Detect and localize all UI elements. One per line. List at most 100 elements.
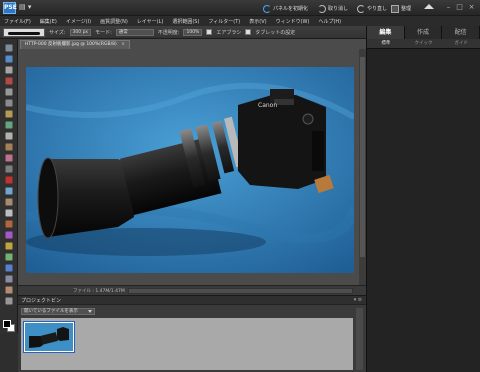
- thumbnail-image: [25, 323, 73, 351]
- organizer-button[interactable]: 整理: [391, 4, 411, 13]
- reset-panels-label: パネルを初期化: [273, 6, 309, 12]
- bin-filter-select[interactable]: 開いているファイルを表示: [21, 308, 95, 315]
- menu-window[interactable]: ウィンドウ(W): [276, 18, 310, 25]
- refresh-icon: [263, 4, 271, 13]
- redo-icon: [357, 4, 365, 13]
- clone-stamp-tool-icon[interactable]: [5, 198, 13, 206]
- panel-body: [367, 49, 480, 372]
- blur-tool-icon[interactable]: [5, 275, 13, 283]
- file-size-status: ファイル : 1.47M/1.47M: [73, 289, 125, 294]
- bin-scrollbar[interactable]: [356, 308, 363, 370]
- tool-options-bar: サイズ: 300 px モード: 通常 不透明度: 100% エアブラシ タブレ…: [0, 26, 366, 39]
- subtab-guided[interactable]: ガイド: [442, 39, 480, 48]
- document-window: HTTP-000 反射板撮影.jpg @ 100%(RGB/8) × Canon…: [18, 39, 366, 295]
- menu-help[interactable]: ヘルプ(H): [318, 18, 341, 25]
- home-button[interactable]: [424, 4, 434, 13]
- project-bin-controls[interactable]: ▾ ≡: [354, 297, 362, 303]
- gradient-tool-icon[interactable]: [5, 253, 13, 261]
- brush-preset-picker[interactable]: [3, 27, 45, 37]
- tab-create[interactable]: 作成: [404, 26, 443, 39]
- app-menu-button[interactable]: ▤ ▾: [19, 3, 31, 11]
- undo-button[interactable]: 取り消し: [318, 4, 348, 13]
- smart-brush-tool-icon[interactable]: [5, 231, 13, 239]
- tablet-settings-checkbox[interactable]: [245, 29, 252, 35]
- menu-filter[interactable]: フィルター(T): [208, 18, 240, 25]
- menu-bar: ファイル(F) 編集(E) イメージ(I) 画質調整(N) レイヤー(L) 選択…: [0, 16, 480, 26]
- tab-edit[interactable]: 編集: [367, 26, 405, 39]
- move-tool-icon[interactable]: [5, 44, 13, 52]
- red-eye-tool-icon[interactable]: [5, 176, 13, 184]
- opacity-label: 不透明度:: [157, 29, 180, 36]
- mode-label: モード:: [95, 29, 112, 36]
- paint-bucket-tool-icon[interactable]: [5, 242, 13, 250]
- straighten-tool-icon[interactable]: [5, 165, 13, 173]
- eraser-tool-icon[interactable]: [5, 209, 13, 217]
- size-label: サイズ:: [49, 29, 66, 36]
- lasso-tool-icon[interactable]: [5, 99, 13, 107]
- subtab-full[interactable]: 標準: [367, 39, 405, 48]
- status-bar: ファイル : 1.47M/1.47M: [18, 285, 366, 295]
- title-bar: PSE ▤ ▾ パネルを初期化 取り消し やり直し 整理 – □ ×: [0, 0, 480, 16]
- menu-edit[interactable]: 編集(E): [40, 18, 57, 25]
- menu-view[interactable]: 表示(V): [249, 18, 266, 25]
- project-bin-title: プロジェクトビン: [21, 297, 62, 304]
- magic-wand-tool-icon[interactable]: [5, 110, 13, 118]
- spot-healing-tool-icon[interactable]: [5, 187, 13, 195]
- menu-layer[interactable]: レイヤー(L): [137, 18, 164, 25]
- close-icon[interactable]: ×: [121, 41, 125, 49]
- document-tab[interactable]: HTTP-000 反射板撮影.jpg @ 100%(RGB/8) ×: [20, 40, 130, 49]
- project-bin-header: プロジェクトビン ▾ ≡: [18, 296, 366, 305]
- hand-tool-icon[interactable]: [5, 66, 13, 74]
- type-tool-icon[interactable]: [5, 132, 13, 140]
- opacity-field[interactable]: 100%: [183, 28, 203, 36]
- camera-photo: Canon: [26, 67, 354, 273]
- bin-filter-value: 開いているファイルを表示: [24, 309, 78, 314]
- photo-thumbnail[interactable]: [23, 321, 75, 353]
- home-icon: [424, 4, 434, 9]
- brush-tool-icon[interactable]: [5, 220, 13, 228]
- tablet-settings-label: タブレットの設定: [255, 29, 296, 36]
- pencil-tool-icon[interactable]: [5, 297, 13, 305]
- redo-label: やり直し: [367, 6, 388, 12]
- maximize-button[interactable]: □: [455, 3, 464, 12]
- reset-panels-button[interactable]: パネルを初期化: [263, 4, 308, 13]
- vertical-scrollbar[interactable]: [359, 49, 366, 285]
- menu-image[interactable]: イメージ(I): [66, 18, 91, 25]
- marquee-tool-icon[interactable]: [5, 88, 13, 96]
- cookie-cutter-tool-icon[interactable]: [5, 154, 13, 162]
- close-window-button[interactable]: ×: [467, 3, 476, 12]
- horizontal-scrollbar[interactable]: [128, 288, 353, 294]
- project-bin: プロジェクトビン ▾ ≡ 開いているファイルを表示: [18, 295, 366, 372]
- chevron-down-icon: [88, 310, 92, 313]
- quick-selection-tool-icon[interactable]: [5, 121, 13, 129]
- crop-tool-icon[interactable]: [5, 143, 13, 151]
- undo-label: 取り消し: [328, 6, 349, 12]
- image-canvas[interactable]: Canon: [26, 67, 354, 273]
- mode-select[interactable]: 通常: [115, 28, 154, 36]
- sponge-tool-icon[interactable]: [5, 286, 13, 294]
- svg-text:Canon: Canon: [258, 102, 277, 109]
- airbrush-label: エアブラシ: [216, 29, 242, 36]
- organizer-icon: [391, 4, 399, 13]
- document-tab-title: HTTP-000 反射板撮影.jpg @ 100%(RGB/8): [25, 42, 117, 47]
- zoom-tool-icon[interactable]: [5, 55, 13, 63]
- eyedropper-tool-icon[interactable]: [5, 77, 13, 85]
- redo-button[interactable]: やり直し: [357, 4, 387, 13]
- panel-tabs: 編集 作成 配信: [367, 26, 480, 39]
- menu-enhance[interactable]: 画質調整(N): [100, 18, 128, 25]
- toolbox: [0, 39, 18, 333]
- airbrush-checkbox[interactable]: [206, 29, 213, 35]
- project-bin-content: [21, 318, 353, 370]
- app-logo[interactable]: PSE: [3, 2, 17, 14]
- subtab-quick[interactable]: クイック: [405, 39, 443, 48]
- foreground-color-swatch[interactable]: [3, 320, 11, 328]
- minimize-button[interactable]: –: [444, 3, 453, 12]
- shape-tool-icon[interactable]: [5, 264, 13, 272]
- edit-mode-subtabs: 標準 クイック ガイド: [367, 39, 480, 49]
- menu-file[interactable]: ファイル(F): [4, 18, 31, 25]
- tab-share[interactable]: 配信: [442, 26, 480, 39]
- menu-select[interactable]: 選択範囲(S): [172, 18, 199, 25]
- undo-icon: [318, 4, 326, 13]
- size-field[interactable]: 300 px: [69, 28, 92, 36]
- task-panel: 編集 作成 配信 標準 クイック ガイド: [366, 26, 480, 372]
